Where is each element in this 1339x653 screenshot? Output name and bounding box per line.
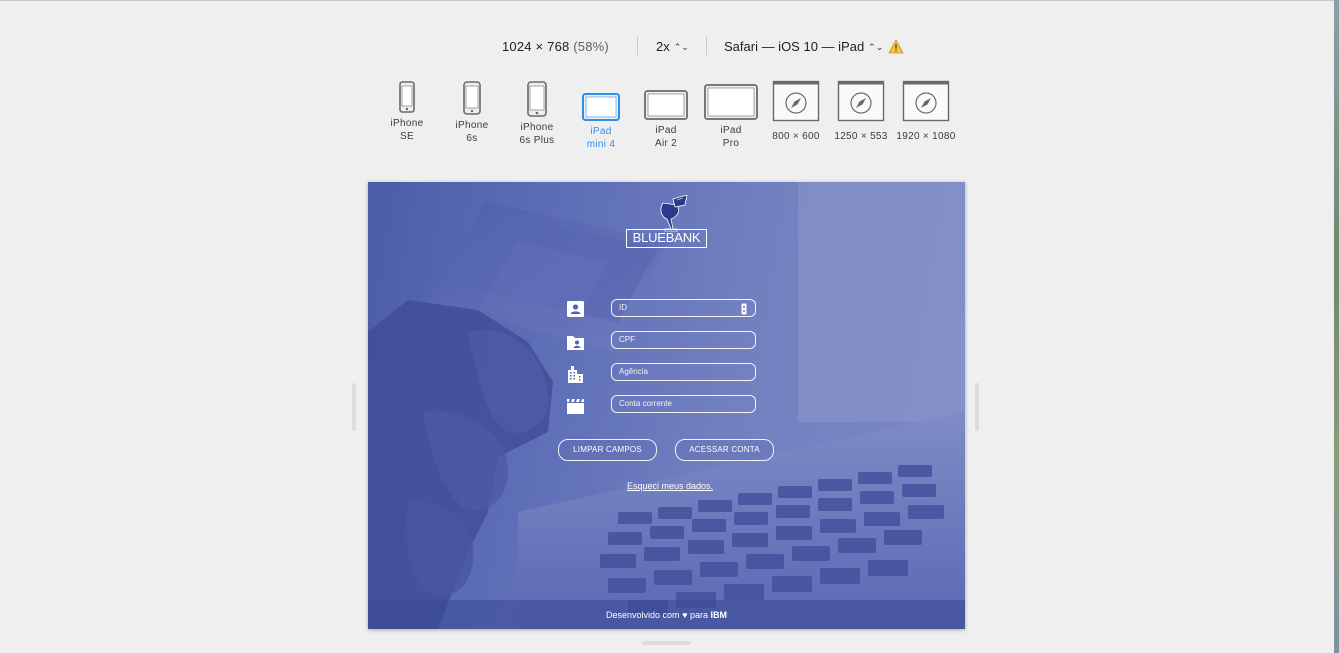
toolbar-divider	[706, 37, 707, 55]
updown-chevron-icon: ⌃⌄	[868, 42, 884, 52]
contact-card-icon	[567, 301, 584, 317]
device-label: iPad	[655, 125, 677, 136]
clapperboard-icon	[567, 399, 584, 414]
device-label: 1920 × 1080	[896, 131, 956, 142]
device-label: SE	[400, 131, 414, 142]
cpf-input[interactable]	[611, 331, 756, 349]
device-label: iPhone	[390, 118, 424, 129]
device-label: Air 2	[654, 138, 678, 149]
conta-corrente-input[interactable]	[611, 395, 756, 413]
device-label: iPhone	[520, 122, 554, 133]
footer-text: Desenvolvido com	[606, 610, 680, 620]
access-account-button[interactable]: ACESSAR CONTA	[675, 439, 774, 461]
device-label: iPhone	[455, 120, 489, 131]
folder-user-icon	[567, 336, 584, 350]
device-label: 6s Plus	[519, 135, 555, 146]
scale-value: 2x	[656, 39, 670, 54]
user-agent-value: Safari — iOS 10 — iPad	[724, 39, 865, 54]
toolbar-divider	[637, 37, 638, 55]
device-label: 6s	[466, 133, 478, 144]
user-agent-select[interactable]: Safari — iOS 10 — iPad ⌃⌄	[724, 39, 883, 54]
zoom-percent: (58%)	[573, 39, 609, 54]
resize-handle-bottom[interactable]	[642, 641, 690, 645]
heart-icon: ♥	[682, 610, 688, 620]
device-1920x1080[interactable]: 1920 × 1080	[894, 80, 958, 143]
tablet-icon	[704, 84, 758, 120]
device-viewport: BLUEBANK LIMPAR CAMPOS ACESSA	[368, 182, 965, 629]
device-iphone-6s[interactable]: iPhone 6s	[453, 80, 491, 145]
resolution-readout: 1024 × 768 (58%)	[502, 39, 609, 54]
footer-brand: IBM	[710, 610, 727, 620]
device-iphone-se[interactable]: iPhone SE	[389, 80, 425, 143]
tablet-icon	[582, 93, 620, 121]
device-ipad-air-2[interactable]: iPad Air 2	[643, 80, 689, 150]
device-label: 1250 × 553	[834, 131, 888, 142]
resolution-value: 1024 × 768	[502, 39, 570, 54]
forgot-data-link[interactable]: Esqueci meus dados.	[625, 481, 715, 491]
scale-select[interactable]: 2x ⌃⌄	[656, 39, 689, 54]
device-label: iPad	[720, 125, 742, 136]
building-icon	[568, 366, 583, 383]
device-label: iPad	[590, 126, 612, 137]
footer-text: para	[689, 610, 708, 620]
bluebank-logo-text: BLUEBANK	[626, 229, 707, 248]
phone-icon	[527, 81, 547, 117]
resize-handle-right[interactable]	[975, 383, 979, 431]
warning-triangle-icon[interactable]	[888, 39, 904, 54]
responsive-toolbar: 1024 × 768 (58%) 2x ⌃⌄ Safari — iOS 10 — …	[0, 37, 1339, 57]
compass-icon	[772, 80, 820, 122]
device-label: Pro	[722, 138, 740, 149]
device-label: mini 4	[586, 139, 616, 150]
compass-icon	[902, 80, 950, 122]
device-ipad-pro[interactable]: iPad Pro	[703, 80, 759, 150]
id-input[interactable]	[611, 299, 756, 317]
device-1250x553[interactable]: 1250 × 553	[831, 80, 891, 143]
phone-icon	[399, 81, 415, 113]
device-ipad-mini-4[interactable]: iPad mini 4	[580, 80, 622, 151]
footer-credit: Desenvolvido com ♥ para IBM	[368, 610, 965, 620]
desktop-edge	[1334, 0, 1339, 653]
agencia-input[interactable]	[611, 363, 756, 381]
window-top-border	[0, 0, 1339, 1]
tablet-icon	[644, 90, 688, 120]
device-iphone-6s-plus[interactable]: iPhone 6s Plus	[515, 80, 559, 147]
updown-chevron-icon: ⌃⌄	[673, 42, 689, 52]
phone-icon	[463, 81, 481, 115]
compass-icon	[837, 80, 885, 122]
number-stepper-icon[interactable]	[741, 303, 747, 315]
clear-fields-button[interactable]: LIMPAR CAMPOS	[558, 439, 657, 461]
device-800x600[interactable]: 800 × 600	[767, 80, 825, 143]
resize-handle-left[interactable]	[352, 383, 356, 431]
device-label: 800 × 600	[772, 131, 820, 142]
